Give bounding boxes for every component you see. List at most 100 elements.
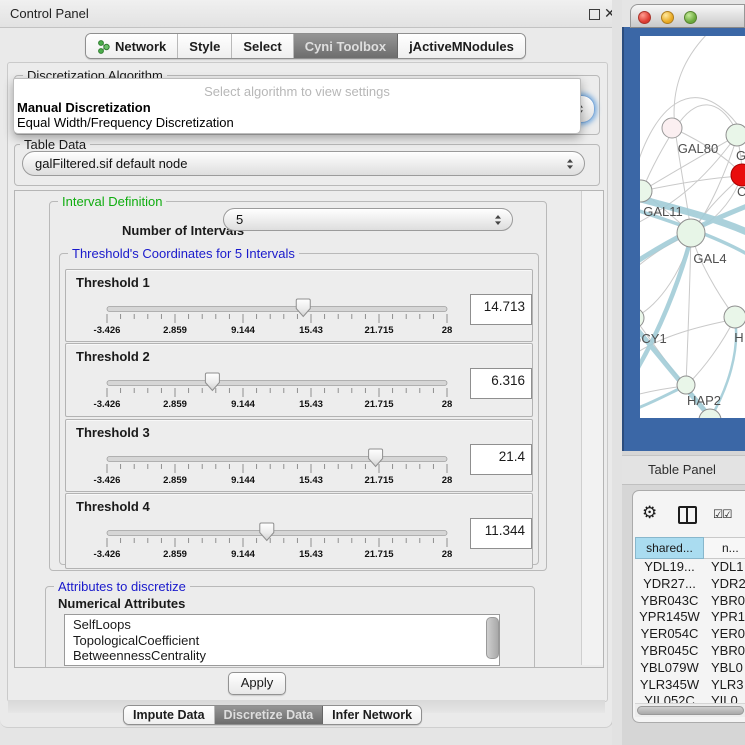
network-node-gal4[interactable] [677,219,705,247]
network-node-h[interactable] [724,306,745,328]
threshold-slider[interactable]: -3.4262.8599.14415.4321.71528 [96,447,456,487]
threshold-value-field[interactable]: 11.344 [470,518,532,549]
network-window-titlebar[interactable] [630,4,745,28]
threshold-panel-2: Threshold 2-3.4262.8599.14415.4321.71528… [65,343,533,417]
bottom-tab-bar: Impute DataDiscretize DataInfer Network [123,705,422,725]
number-of-intervals-select[interactable]: 5 [223,208,513,231]
attributes-list-scrollbar[interactable] [486,617,499,659]
table-panel-title: Table Panel [648,462,716,477]
threshold-value-field[interactable]: 14.713 [470,294,532,325]
tab-discretize-data[interactable]: Discretize Data [215,706,324,724]
attribute-list-item[interactable]: TopologicalCoefficient [73,633,499,649]
table-row[interactable]: YDR27...YDR2 [635,576,745,593]
table-row[interactable]: YER054CYER0 [635,626,745,643]
threshold-slider[interactable]: -3.4262.8599.14415.4321.71528 [96,297,456,337]
table-row[interactable]: YLR345WYLR3 [635,677,745,694]
network-node[interactable] [726,124,745,146]
network-icon [97,39,110,54]
table-data-select[interactable]: galFiltered.sif default node [22,151,585,176]
slider-thumb[interactable] [260,523,274,541]
table-row[interactable]: YBR043CYBR0 [635,593,745,610]
tab-impute-data[interactable]: Impute Data [124,706,215,724]
svg-text:28: 28 [442,399,453,410]
svg-text:-3.426: -3.426 [94,325,121,336]
svg-text:-3.426: -3.426 [94,475,121,486]
numerical-attributes-label: Numerical Attributes [58,596,185,611]
slider-thumb[interactable] [369,449,383,467]
svg-text:21.715: 21.715 [364,399,394,410]
svg-text:-3.426: -3.426 [94,399,121,410]
threshold-slider[interactable]: -3.4262.8599.14415.4321.71528 [96,521,456,561]
column-header-shared-name[interactable]: shared... [635,537,704,559]
node-label: GAL11 [643,204,683,219]
threshold-label: Threshold 3 [76,425,150,440]
select-columns-icon[interactable]: ☑☑ [713,507,732,521]
node-label: GAL4 [693,251,726,266]
float-window-icon[interactable] [589,9,600,20]
threshold-label: Threshold 2 [76,349,150,364]
table-row[interactable]: YBR045CYBR0 [635,643,745,660]
svg-text:2.859: 2.859 [163,399,187,410]
network-node-hap2[interactable] [677,376,695,394]
table-rows[interactable]: YDL19...YDL1YDR27...YDR2YBR043CYBR0YPR14… [635,559,745,704]
attribute-list-item[interactable]: BetweennessCentrality [73,648,499,664]
attributes-group: Attributes to discretize Numerical Attri… [45,586,535,668]
table-row[interactable]: YDL19...YDL1 [635,559,745,576]
network-node-gal80[interactable] [662,118,682,138]
threshold-value-field[interactable]: 6.316 [470,368,532,399]
popup-item[interactable]: Equal Width/Frequency Discretization [14,115,580,131]
slider-thumb[interactable] [296,299,310,317]
svg-text:28: 28 [442,475,453,486]
tab-network[interactable]: Network [86,34,178,58]
vertical-scrollbar-track[interactable] [581,191,603,665]
threshold-slider[interactable]: -3.4262.8599.14415.4321.71528 [96,371,456,411]
zoom-traffic-light-icon[interactable] [684,11,697,24]
network-node-red[interactable] [731,164,745,186]
tab-style[interactable]: Style [178,34,232,58]
horizontal-scrollbar-thumb[interactable] [637,706,744,715]
table-data-label: Table Data [20,137,90,152]
combo-arrows-icon [494,214,502,226]
control-panel-titlebar: Control Panel ✕ [0,0,612,28]
network-canvas[interactable]: GAL80GACGAL11GAL4GCY1HHAP2 [640,36,745,418]
split-pane-divider[interactable] [612,0,622,745]
tab-cyni-toolbox[interactable]: Cyni Toolbox [294,34,398,58]
split-columns-icon[interactable] [678,506,697,524]
popup-item[interactable]: Manual Discretization [14,100,580,116]
node-label: GAL80 [678,141,718,156]
network-node-gcy1[interactable] [640,308,644,328]
top-tab-bar: NetworkStyleSelectCyni ToolboxjActiveMNo… [85,33,526,59]
attribute-list-item[interactable]: SelfLoops [73,617,499,633]
threshold-value-field[interactable]: 21.4 [470,444,532,475]
apply-button[interactable]: Apply [228,672,286,695]
table-header-row: shared... n... [635,537,745,559]
tab-jactivemnodules[interactable]: jActiveMNodules [398,34,525,58]
numerical-attributes-list[interactable]: SelfLoopsTopologicalCoefficientBetweenne… [64,614,500,666]
svg-text:15.43: 15.43 [299,549,323,560]
svg-text:2.859: 2.859 [163,325,187,336]
interval-definition-label: Interval Definition [58,194,166,209]
svg-text:9.144: 9.144 [231,475,255,486]
popup-prompt: Select algorithm to view settings [14,84,580,100]
node-label: HAP2 [687,393,721,408]
panel-title: Control Panel [10,6,89,21]
table-row[interactable]: YBL079WYBL0 [635,660,745,677]
gear-icon[interactable]: ⚙ [642,504,657,521]
control-panel: Control Panel ✕ NetworkStyleSelectCyni T… [0,0,613,728]
node-label: H [734,330,743,345]
table-row[interactable]: YPR145WYPR1 [635,609,745,626]
svg-text:2.859: 2.859 [163,549,187,560]
svg-text:28: 28 [442,325,453,336]
close-traffic-light-icon[interactable] [638,11,651,24]
horizontal-scrollbar-track[interactable] [635,703,745,717]
threshold-label: Threshold 4 [76,499,150,514]
slider-thumb[interactable] [205,373,219,391]
svg-text:21.715: 21.715 [364,549,394,560]
tab-select[interactable]: Select [232,34,293,58]
svg-text:-3.426: -3.426 [94,549,121,560]
combo-arrows-icon [566,158,574,170]
column-header-name[interactable]: n... [704,537,745,559]
tab-infer-network[interactable]: Infer Network [323,706,421,724]
minimize-traffic-light-icon[interactable] [661,11,674,24]
svg-text:15.43: 15.43 [299,399,323,410]
